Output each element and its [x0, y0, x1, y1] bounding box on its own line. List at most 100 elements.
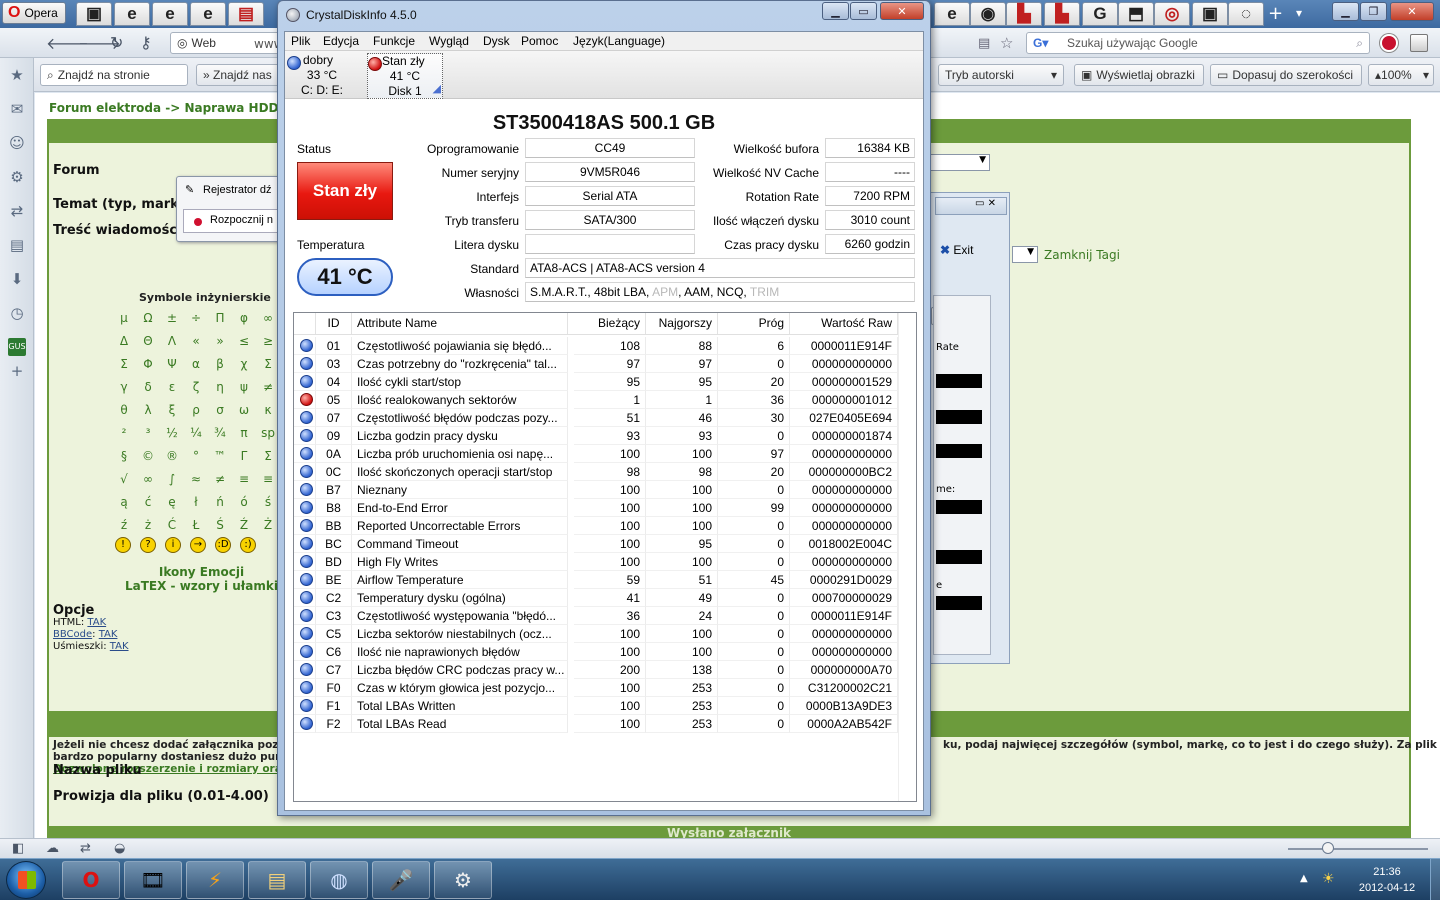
symbol-button[interactable]: ≠: [209, 472, 231, 486]
table-row[interactable]: C3 Częstotliwość występowania "błędó... 36…: [294, 607, 898, 625]
zoom-select[interactable]: ▴100% ▾: [1368, 64, 1434, 86]
symbol-button[interactable]: ≈: [185, 472, 207, 486]
symbol-button[interactable]: κ: [257, 403, 279, 417]
symbol-button[interactable]: φ: [233, 311, 255, 325]
taskbar-update-icon[interactable]: ⚙: [434, 861, 492, 899]
bookmarks-star-icon[interactable]: ★: [8, 66, 26, 84]
table-row[interactable]: BD High Fly Writes 100 100 0 000000000000: [294, 553, 898, 571]
symbol-button[interactable]: ≤: [233, 334, 255, 348]
symbol-button[interactable]: Ź: [233, 518, 255, 532]
symbol-button[interactable]: ³: [137, 426, 159, 440]
disk-tab-1[interactable]: Stan zły 41 °C Disk 1 ◢: [367, 53, 443, 99]
table-row[interactable]: C5 Liczba sektorów niestabilnych (ocz... 1…: [294, 625, 898, 643]
tray-app-icon[interactable]: ☀: [1322, 871, 1335, 887]
symbol-button[interactable]: Ψ: [161, 357, 183, 371]
menu-item-1[interactable]: Edycja: [323, 34, 359, 48]
symbol-button[interactable]: ψ: [233, 380, 255, 394]
bookmark-star-icon[interactable]: ☆: [1000, 34, 1013, 52]
symbol-button[interactable]: ¼: [185, 426, 207, 440]
column-header-2[interactable]: Bieżący: [574, 313, 646, 334]
table-row[interactable]: C2 Temperatury dysku (ogólna) 41 49 0 0007000…: [294, 589, 898, 607]
browser-tab[interactable]: ▣: [1192, 2, 1228, 26]
find-on-page-input[interactable]: ⌕ Znajdź na stronie: [40, 64, 188, 86]
browser-tab[interactable]: e: [114, 2, 150, 26]
browser-tab[interactable]: ⬒: [1118, 2, 1154, 26]
panel-toggle-icon[interactable]: [1410, 34, 1428, 52]
symbol-button[interactable]: σ: [209, 403, 231, 417]
bbcode-link[interactable]: BBCode: [53, 629, 92, 640]
close-icon[interactable]: ✕: [880, 2, 924, 20]
start-recording-button[interactable]: Rozpocznij n: [183, 209, 281, 233]
symbol-button[interactable]: ξ: [161, 403, 183, 417]
taskbar-film-icon[interactable]: 🎞: [124, 861, 182, 899]
symbol-button[interactable]: ®: [161, 449, 183, 463]
table-row[interactable]: 03 Czas potrzebny do "rozkręcenia" tal...…: [294, 355, 898, 373]
key-icon[interactable]: ⚷: [140, 33, 152, 52]
browser-tab[interactable]: ◉: [970, 2, 1006, 26]
symbol-button[interactable]: ε: [161, 380, 183, 394]
tags-select[interactable]: ▼: [1012, 246, 1038, 263]
symbol-button[interactable]: »: [209, 334, 231, 348]
menu-item-5[interactable]: Pomoc: [521, 34, 558, 48]
system-clock[interactable]: 21:36 2012-04-12: [1352, 864, 1422, 896]
symbol-button[interactable]: ć: [137, 495, 159, 509]
browser-tab[interactable]: ▤: [228, 2, 264, 26]
latex-link[interactable]: LaTEX - wzory i ułamki: [125, 579, 278, 593]
html-value-link[interactable]: TAK: [87, 617, 106, 628]
table-row[interactable]: C7 Liczba błędów CRC podczas pracy w... 20…: [294, 661, 898, 679]
symbol-button[interactable]: Ż: [257, 518, 279, 532]
browser-tab[interactable]: ▣: [76, 2, 112, 26]
health-status-button[interactable]: Stan zły: [297, 162, 393, 220]
smart-attributes-table[interactable]: ID Attribute Name Bieżący Najgorszy Próg Wart…: [293, 312, 917, 802]
symbol-button[interactable]: ≡: [233, 472, 255, 486]
symbol-button[interactable]: Ś: [209, 518, 231, 532]
symbol-button[interactable]: Δ: [113, 334, 135, 348]
symbol-button[interactable]: ∫: [161, 472, 183, 486]
symbol-button[interactable]: γ: [113, 380, 135, 394]
smiley-icon[interactable]: ?: [140, 537, 156, 553]
show-images-button[interactable]: ▣ Wyświetlaj obrazki: [1074, 64, 1204, 86]
opera-menu-button[interactable]: O Opera: [2, 2, 66, 24]
column-header-0[interactable]: ID: [316, 313, 352, 334]
bbcode-value-link[interactable]: TAK: [99, 629, 118, 640]
symbol-button[interactable]: Θ: [137, 334, 159, 348]
symbol-button[interactable]: ±: [161, 311, 183, 325]
symbol-button[interactable]: Σ: [257, 449, 279, 463]
symbol-button[interactable]: μ: [113, 311, 135, 325]
taskbar-microphone-icon[interactable]: 🎤: [372, 861, 430, 899]
symbol-button[interactable]: ≠: [257, 380, 279, 394]
menu-item-4[interactable]: Dysk: [483, 34, 510, 48]
table-row[interactable]: F2 Total LBAs Read 100 253 0 0000A2AB542F: [294, 715, 898, 733]
speed-dial-icon[interactable]: ◒: [114, 841, 125, 856]
exit-button[interactable]: ✖ Exit: [940, 243, 973, 257]
table-row[interactable]: 05 Ilość realokowanych sektorów 1 1 36 000000…: [294, 391, 898, 409]
menu-item-6[interactable]: Język(Language): [573, 34, 665, 48]
symbol-button[interactable]: Φ: [137, 357, 159, 371]
taskbar-network-icon[interactable]: ◍: [310, 861, 368, 899]
table-row[interactable]: 04 Ilość cykli start/stop 95 95 20 0000000015…: [294, 373, 898, 391]
history-clock-icon[interactable]: ◷: [8, 304, 26, 322]
symbol-button[interactable]: ≥: [257, 334, 279, 348]
browser-tab[interactable]: ▙: [1044, 2, 1080, 26]
symbol-button[interactable]: ÷: [185, 311, 207, 325]
symbol-button[interactable]: Π: [209, 311, 231, 325]
smiley-icon[interactable]: i: [165, 537, 181, 553]
show-desktop-button[interactable]: [1430, 859, 1440, 900]
browser-restore-icon[interactable]: ❐: [1360, 2, 1387, 21]
symbol-button[interactable]: ń: [209, 495, 231, 509]
browser-tab[interactable]: e: [934, 2, 970, 26]
find-next-button[interactable]: » Znajdź nas: [196, 64, 280, 86]
taskbar-winamp-icon[interactable]: ⚡: [186, 861, 244, 899]
start-button[interactable]: [6, 861, 46, 899]
disk-tab-c[interactable]: dobry 33 °C C: D: E:: [287, 53, 357, 99]
breadcrumb[interactable]: Forum elektroda -> Naprawa HDD i: [49, 101, 287, 115]
symbol-button[interactable]: θ: [113, 403, 135, 417]
browser-minimize-icon[interactable]: ▁: [1332, 2, 1359, 21]
reload-icon[interactable]: ↻: [110, 33, 123, 52]
cloud-icon[interactable]: ☁: [46, 841, 59, 856]
smiley-icon[interactable]: →: [190, 537, 206, 553]
symbol-button[interactable]: Σ: [257, 357, 279, 371]
panel-toggle-icon[interactable]: ◧: [12, 841, 24, 856]
symbol-button[interactable]: ©: [137, 449, 159, 463]
symbol-button[interactable]: ™: [209, 449, 231, 463]
